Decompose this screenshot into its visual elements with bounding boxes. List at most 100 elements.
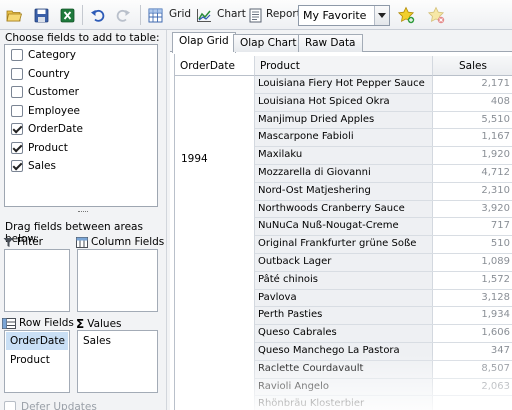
header-sales[interactable]: Sales	[433, 56, 512, 76]
sales-cell[interactable]: 1,089	[433, 254, 512, 271]
sales-cell[interactable]: 2,063	[433, 379, 512, 396]
table-row[interactable]: Maxilaku 1,920	[255, 147, 512, 165]
product-cell[interactable]: Mascarpone Fabioli	[255, 129, 433, 147]
sales-cell[interactable]: 3,128	[433, 290, 512, 307]
table-row[interactable]: Mozzarella di Giovanni 4,712	[255, 165, 512, 183]
report-button-label[interactable]: Report	[266, 8, 301, 20]
field-item-sales[interactable]: Sales	[11, 157, 56, 175]
table-row[interactable]: Original Frankfurter grüne Soße 510	[255, 236, 512, 254]
field-checkbox[interactable]	[11, 49, 23, 61]
redo-icon[interactable]	[114, 6, 132, 24]
table-row[interactable]: Rhönbräu Klosterbier	[255, 396, 512, 410]
field-item-product[interactable]: Product	[11, 139, 68, 157]
sales-cell[interactable]: 1,920	[433, 147, 512, 164]
field-item-category[interactable]: Category	[11, 46, 76, 64]
table-row[interactable]: Queso Cabrales 1,606	[255, 325, 512, 343]
table-row[interactable]: Nord-Ost Matjeshering 2,310	[255, 182, 512, 201]
sales-cell[interactable]: 510	[433, 236, 512, 253]
undo-icon[interactable]	[88, 6, 106, 24]
save-icon[interactable]	[32, 6, 50, 24]
remove-favorite-icon[interactable]	[426, 5, 446, 25]
header-orderdate[interactable]: OrderDate	[175, 56, 255, 76]
report-icon[interactable]	[246, 6, 264, 24]
product-cell[interactable]: NuNuCa Nuß-Nougat-Creme	[255, 218, 433, 236]
sales-cell[interactable]: 1,167	[433, 129, 512, 146]
product-cell[interactable]: Pâté chinois	[255, 271, 433, 289]
table-row[interactable]: NuNuCa Nuß-Nougat-Creme 717	[255, 218, 512, 237]
table-row[interactable]: Raclette Courdavault 8,507	[255, 360, 512, 379]
sales-cell[interactable]: 717	[433, 218, 512, 235]
table-row[interactable]: Pâté chinois 1,572	[255, 271, 512, 290]
values-drop-area[interactable]: Sales	[77, 330, 158, 393]
splitter-handle[interactable]	[78, 211, 88, 213]
table-row[interactable]: Outback Lager 1,089	[255, 254, 512, 272]
filter-drop-area[interactable]	[4, 249, 70, 312]
sales-cell[interactable]: 1,934	[433, 307, 512, 324]
sales-cell[interactable]: 347	[433, 343, 512, 360]
product-cell[interactable]: Nord-Ost Matjeshering	[255, 182, 433, 200]
field-checkbox[interactable]	[11, 123, 23, 135]
table-row[interactable]: Louisiana Hot Spiced Okra 408	[255, 93, 512, 112]
table-row[interactable]: Northwoods Cranberry Sauce 3,920	[255, 200, 512, 219]
field-item-employee[interactable]: Employee	[11, 102, 80, 120]
field-checkbox[interactable]	[11, 160, 23, 172]
sales-cell[interactable]: 5,510	[433, 112, 512, 129]
product-cell[interactable]: Northwoods Cranberry Sauce	[255, 200, 433, 218]
field-item-orderdate[interactable]: OrderDate	[11, 120, 83, 138]
product-cell[interactable]: Queso Manchego La Pastora	[255, 343, 433, 360]
grid-icon[interactable]	[146, 6, 164, 24]
product-cell[interactable]: Ravioli Angelo	[255, 378, 433, 396]
table-row[interactable]: Pavlova 3,128	[255, 289, 512, 308]
grid-button-label[interactable]: Grid	[169, 8, 191, 20]
field-checkbox[interactable]	[11, 67, 23, 80]
sales-cell[interactable]	[433, 396, 512, 410]
defer-updates[interactable]: Defer Updates	[4, 401, 97, 410]
add-favorite-icon[interactable]	[396, 5, 416, 25]
sales-cell[interactable]: 2,310	[433, 183, 512, 200]
product-cell[interactable]: Manjimup Dried Apples	[255, 111, 433, 129]
chart-button-label[interactable]: Chart	[217, 8, 246, 20]
product-cell[interactable]: Rhönbräu Klosterbier	[255, 396, 433, 410]
table-row[interactable]: Louisiana Fiery Hot Pepper Sauce 2,171	[255, 76, 512, 94]
sales-cell[interactable]: 408	[433, 94, 512, 111]
product-cell[interactable]: Original Frankfurter grüne Soße	[255, 236, 433, 253]
row-field-item-product[interactable]: Product	[6, 351, 68, 369]
sales-cell[interactable]: 8,507	[433, 361, 512, 378]
vertical-splitter[interactable]	[166, 30, 170, 410]
sales-cell[interactable]: 1,572	[433, 272, 512, 289]
table-row[interactable]: Perth Pasties 1,934	[255, 307, 512, 326]
product-cell[interactable]: Raclette Courdavault	[255, 360, 433, 378]
defer-updates-checkbox[interactable]	[4, 401, 16, 410]
product-cell[interactable]: Outback Lager	[255, 254, 433, 271]
value-item-sales[interactable]: Sales	[79, 332, 141, 350]
table-row[interactable]: Manjimup Dried Apples 5,510	[255, 111, 512, 130]
line-chart-icon[interactable]	[195, 6, 213, 24]
tab-olap-grid[interactable]: Olap Grid	[172, 32, 236, 53]
product-cell[interactable]: Pavlova	[255, 289, 433, 307]
chevron-down-icon[interactable]	[374, 6, 389, 25]
table-row[interactable]: Queso Manchego La Pastora 347	[255, 343, 512, 361]
sales-cell[interactable]: 2,171	[433, 76, 512, 93]
sales-cell[interactable]: 3,920	[433, 201, 512, 218]
field-list[interactable]: Category Country Customer Employee Order…	[4, 44, 158, 207]
tab-raw-data[interactable]: Raw Data	[298, 34, 363, 52]
excel-export-icon[interactable]	[58, 6, 76, 24]
field-item-customer[interactable]: Customer	[11, 83, 79, 101]
field-checkbox[interactable]	[11, 141, 23, 154]
row-field-item-orderdate[interactable]: OrderDate	[6, 332, 68, 350]
header-product[interactable]: Product	[255, 56, 433, 76]
table-row[interactable]: Ravioli Angelo 2,063	[255, 378, 512, 397]
sales-cell[interactable]: 1,606	[433, 325, 512, 342]
field-checkbox[interactable]	[11, 86, 23, 98]
table-row[interactable]: Mascarpone Fabioli 1,167	[255, 129, 512, 148]
layout-select[interactable]: My Favorite	[298, 5, 390, 26]
row-fields-drop-area[interactable]: OrderDate Product	[4, 330, 70, 393]
product-cell[interactable]: Louisiana Fiery Hot Pepper Sauce	[255, 76, 433, 93]
sales-cell[interactable]: 4,712	[433, 165, 512, 182]
field-item-country[interactable]: Country	[11, 65, 70, 83]
open-folder-icon[interactable]	[5, 6, 23, 24]
column-fields-drop-area[interactable]	[77, 249, 158, 312]
product-cell[interactable]: Louisiana Hot Spiced Okra	[255, 93, 433, 111]
product-cell[interactable]: Perth Pasties	[255, 307, 433, 325]
product-cell[interactable]: Maxilaku	[255, 147, 433, 164]
